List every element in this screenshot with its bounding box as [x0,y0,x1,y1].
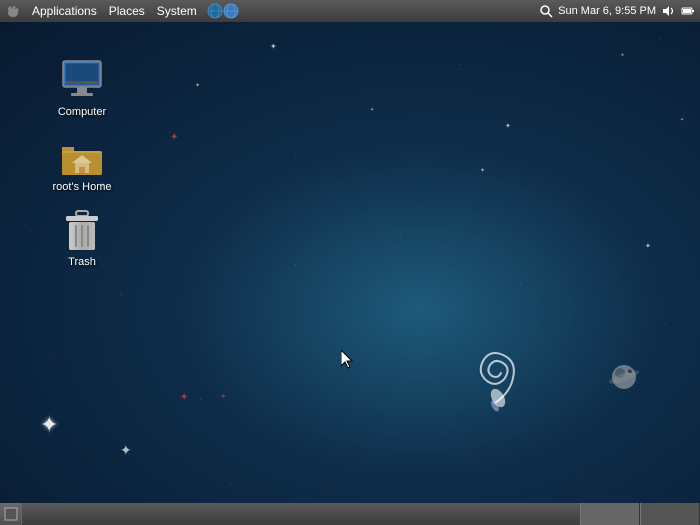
trash-label: Trash [68,256,96,269]
browser-icon[interactable] [223,3,239,19]
big-star-1: ✦ [40,412,58,438]
gnome-foot-icon[interactable] [4,2,22,20]
star-14: · [295,262,297,268]
star-1: ✦ [270,42,277,51]
star-5: ✦ [505,122,511,130]
home-label: root's Home [53,181,112,194]
star-17: · [665,322,667,328]
star-7: ✦ [620,52,625,59]
star-24: · [330,482,332,488]
star-13: · [400,232,402,238]
star-8: ✦ [680,117,684,123]
star-16: · [520,282,522,288]
mouse-cursor [341,350,353,368]
menubar: Applications Places System Sun Mar 6, 9:… [0,0,700,22]
star-12: · [25,222,27,228]
star-19: · [370,372,372,378]
menubar-right: Sun Mar 6, 9:55 PM [538,3,700,19]
workspace-2[interactable] [640,503,700,525]
star-20: · [200,397,202,403]
home-icon[interactable]: root's Home [42,127,122,198]
star-4: ✦ [370,107,374,113]
star-10: ✦ [480,167,485,174]
red-star-3: ✦ [220,392,227,401]
star-22: · [90,452,92,458]
star-15: ✦ [645,242,651,250]
search-icon[interactable] [538,3,554,19]
star-23: · [580,472,582,478]
computer-label: Computer [58,106,106,119]
taskbar-show-desktop[interactable] [0,503,22,525]
power-icon[interactable] [680,3,696,19]
computer-icon-img [58,56,106,104]
star-2: ✦ [195,82,200,89]
star-11: · [620,192,622,198]
system-menu[interactable]: System [151,2,203,20]
trash-icon[interactable]: Trash [42,202,122,273]
star-27: · [120,292,122,298]
spiral-decoration [455,333,535,413]
planet-mascot [608,361,640,398]
star-6: · [660,37,662,43]
star-9: · [295,152,297,158]
network-icon[interactable] [207,3,223,19]
taskbar-right [580,503,700,525]
volume-icon[interactable] [660,3,676,19]
applications-menu[interactable]: Applications [26,2,103,20]
star-25: · [230,482,232,488]
red-star-1: ✦ [170,132,178,143]
places-menu[interactable]: Places [103,2,151,20]
computer-icon[interactable]: Computer [42,52,122,123]
home-icon-img [58,131,106,179]
trash-icon-img [58,206,106,254]
clock: Sun Mar 6, 9:55 PM [558,5,656,17]
star-21: · [450,422,452,428]
taskbar [0,503,700,525]
star-3: · [460,62,462,68]
red-star-2: ✦ [180,392,188,403]
star-18: · [50,352,52,358]
workspace-1[interactable] [580,503,640,525]
big-star-2: ✦ [120,442,132,459]
desktop: ✦ ✦ · ✦ ✦ · ✦ ✦ · ✦ · · · · ✦ · · · · · … [0,22,700,503]
